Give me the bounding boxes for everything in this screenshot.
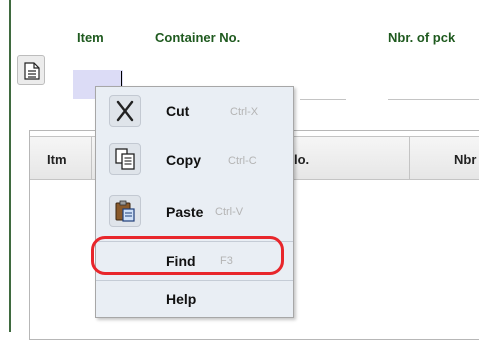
menu-item-cut[interactable]: Cut Ctrl-X	[96, 87, 293, 137]
container-no-header: Container No.	[155, 30, 241, 45]
context-menu: Cut Ctrl-X Copy Ctrl-C Paste Ctrl-V Find…	[95, 86, 294, 318]
item-header: Item	[77, 30, 104, 45]
shortcut-cut: Ctrl-X	[230, 106, 259, 118]
menu-item-copy[interactable]: Copy Ctrl-C	[96, 137, 293, 184]
menu-label-help: Help	[166, 291, 197, 307]
column-header-itm[interactable]: Itm	[47, 152, 67, 167]
menu-item-paste[interactable]: Paste Ctrl-V	[96, 184, 293, 240]
document-button[interactable]	[17, 55, 45, 85]
shortcut-find: F3	[220, 255, 233, 267]
copy-icon	[109, 143, 141, 175]
shortcut-paste: Ctrl-V	[215, 206, 244, 218]
shortcut-copy: Ctrl-C	[228, 155, 257, 167]
document-icon	[24, 62, 40, 80]
column-header-nbr[interactable]: Nbr	[454, 152, 476, 167]
menu-label-copy: Copy	[166, 152, 201, 168]
nbr-of-pck-header: Nbr. of pck	[388, 30, 456, 45]
nbr-of-pck-field[interactable]	[388, 99, 479, 100]
scissors-icon	[109, 95, 141, 127]
column-divider	[91, 137, 92, 179]
container-no-field[interactable]	[300, 99, 346, 100]
left-border	[9, 0, 11, 332]
column-header-container-no[interactable]: lo.	[294, 152, 309, 167]
menu-label-paste: Paste	[166, 204, 204, 220]
menu-label-cut: Cut	[166, 103, 190, 119]
menu-item-help[interactable]: Help	[96, 280, 293, 317]
paste-icon	[109, 195, 141, 227]
menu-label-find: Find	[166, 253, 196, 269]
column-divider	[409, 137, 410, 179]
menu-item-find[interactable]: Find F3	[96, 241, 293, 279]
